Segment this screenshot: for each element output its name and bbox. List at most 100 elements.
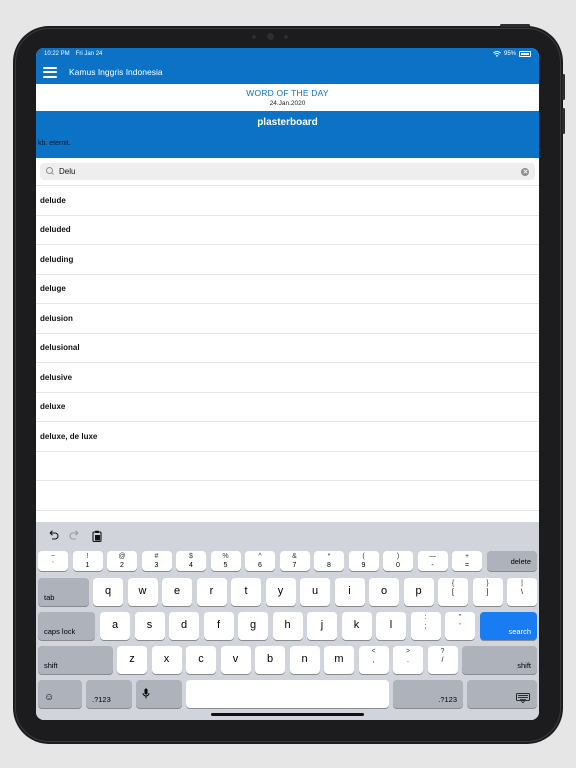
key-label: i	[348, 585, 351, 597]
result-item[interactable]: deluding	[36, 245, 539, 275]
result-item[interactable]: delusion	[36, 304, 539, 334]
key-q[interactable]: q	[93, 578, 123, 606]
key-label: t	[244, 585, 248, 597]
key-h[interactable]: h	[272, 612, 303, 640]
key-symbol: ~	[50, 553, 56, 560]
result-item[interactable]: deluded	[36, 216, 539, 245]
word-of-the-day-card[interactable]: plasterboard kb. eternit.	[36, 111, 539, 158]
result-item[interactable]: delusive	[36, 363, 539, 393]
key-i[interactable]: i	[334, 578, 365, 606]
numbers-key-right[interactable]: .?123	[393, 680, 463, 708]
caps-lock-key[interactable]: caps lock	[38, 612, 95, 640]
key-symbol: {	[451, 580, 455, 587]
search-input[interactable]	[59, 167, 499, 176]
key-punct-0[interactable]: :;	[410, 612, 441, 640]
clear-icon[interactable]	[521, 167, 529, 176]
key-`[interactable]: ~ `	[38, 551, 68, 571]
numbers-key[interactable]: .?123	[86, 680, 132, 708]
key-bracket-2[interactable]: | \	[507, 578, 537, 606]
undo-icon[interactable]	[46, 530, 60, 542]
key-5[interactable]: % 5	[210, 551, 241, 571]
key-punct-1[interactable]: " '	[445, 612, 475, 640]
key-2[interactable]: @2	[107, 551, 137, 571]
key-symbol: $	[189, 553, 193, 560]
key-bracket-0[interactable]: {[	[438, 578, 468, 606]
key-bracket-1[interactable]: }]	[472, 578, 503, 606]
key-e[interactable]: e	[162, 578, 192, 606]
word-of-the-day-word: plasterboard	[257, 117, 318, 128]
result-item-label: delusional	[40, 343, 80, 353]
search-key[interactable]: search	[479, 612, 537, 640]
key-n[interactable]: n	[289, 646, 320, 674]
hide-keyboard-key[interactable]	[467, 680, 537, 708]
emoji-key[interactable]: ☺	[38, 680, 82, 708]
key-m[interactable]: m	[324, 646, 354, 674]
key-6[interactable]: ^ 6	[245, 551, 275, 571]
key-g[interactable]: g	[238, 612, 268, 640]
key-primary: 7	[292, 562, 297, 569]
key-=[interactable]: + =	[452, 551, 482, 571]
menu-icon[interactable]	[43, 66, 57, 78]
key-x[interactable]: x	[151, 646, 182, 674]
key-l[interactable]: l	[376, 612, 406, 640]
delete-key[interactable]: delete	[486, 551, 537, 571]
key-4[interactable]: $4	[176, 551, 206, 571]
result-item[interactable]: deluge	[36, 275, 539, 304]
mic-key[interactable]	[136, 680, 182, 708]
paste-icon[interactable]	[90, 530, 104, 543]
top-button	[500, 24, 530, 27]
key-sym-2[interactable]: ? /	[427, 646, 458, 674]
key-label: x	[163, 653, 170, 665]
key-c[interactable]: c	[186, 646, 216, 674]
key-primary: 5	[223, 562, 228, 569]
key-b[interactable]: b	[255, 646, 285, 674]
word-of-the-day-definition: kb. eternit.	[38, 140, 71, 147]
tab-key[interactable]: tab	[38, 578, 89, 606]
key-w[interactable]: w	[127, 578, 158, 606]
shift-right-key[interactable]: shift	[462, 646, 537, 674]
key-label: f	[216, 619, 221, 631]
key-s[interactable]: s	[134, 612, 165, 640]
redo-icon[interactable]	[68, 530, 82, 542]
shift-left-key[interactable]: shift	[38, 646, 113, 674]
key-3[interactable]: #3	[141, 551, 172, 571]
space-key[interactable]	[186, 680, 389, 708]
key-z[interactable]: z	[117, 646, 147, 674]
key-symbol: !	[86, 553, 89, 560]
key-r[interactable]: r	[196, 578, 227, 606]
sensor-icon	[252, 35, 256, 39]
key-o[interactable]: o	[369, 578, 399, 606]
key-v[interactable]: v	[220, 646, 251, 674]
key-8[interactable]: * 8	[314, 551, 344, 571]
key-p[interactable]: p	[403, 578, 434, 606]
key-0[interactable]: ) 0	[383, 551, 413, 571]
key-7[interactable]: & 7	[279, 551, 310, 571]
search-field-container[interactable]	[40, 163, 535, 180]
home-indicator[interactable]	[211, 713, 364, 716]
result-item[interactable]: delusional	[36, 334, 539, 363]
result-item[interactable]: deluxe	[36, 393, 539, 422]
key-u[interactable]: u	[300, 578, 330, 606]
key-label: l	[389, 619, 393, 631]
word-of-the-day-label: WORD OF THE DAY	[246, 88, 329, 98]
key-f[interactable]: f	[203, 612, 234, 640]
result-item-label: deluxe	[40, 402, 66, 412]
key--[interactable]: — -	[417, 551, 448, 571]
key-sym-0[interactable]: <,	[358, 646, 389, 674]
key-t[interactable]: t	[231, 578, 261, 606]
key-a[interactable]: a	[100, 612, 130, 640]
result-item[interactable]: deluxe, de luxe	[36, 422, 539, 452]
key-sym-1[interactable]: >.	[393, 646, 423, 674]
key-9[interactable]: (9	[348, 551, 379, 571]
result-item[interactable]: delude	[36, 186, 539, 216]
key-primary: 4	[189, 562, 193, 569]
key-k[interactable]: k	[341, 612, 372, 640]
key-symbol: ^	[258, 553, 262, 560]
key-j[interactable]: j	[307, 612, 337, 640]
key-d[interactable]: d	[169, 612, 199, 640]
key-1[interactable]: ! 1	[72, 551, 103, 571]
key-label: caps lock	[44, 627, 76, 636]
key-y[interactable]: y	[265, 578, 296, 606]
key-primary: =	[464, 562, 470, 569]
app-title: Kamus Inggris Indonesia	[69, 67, 163, 77]
